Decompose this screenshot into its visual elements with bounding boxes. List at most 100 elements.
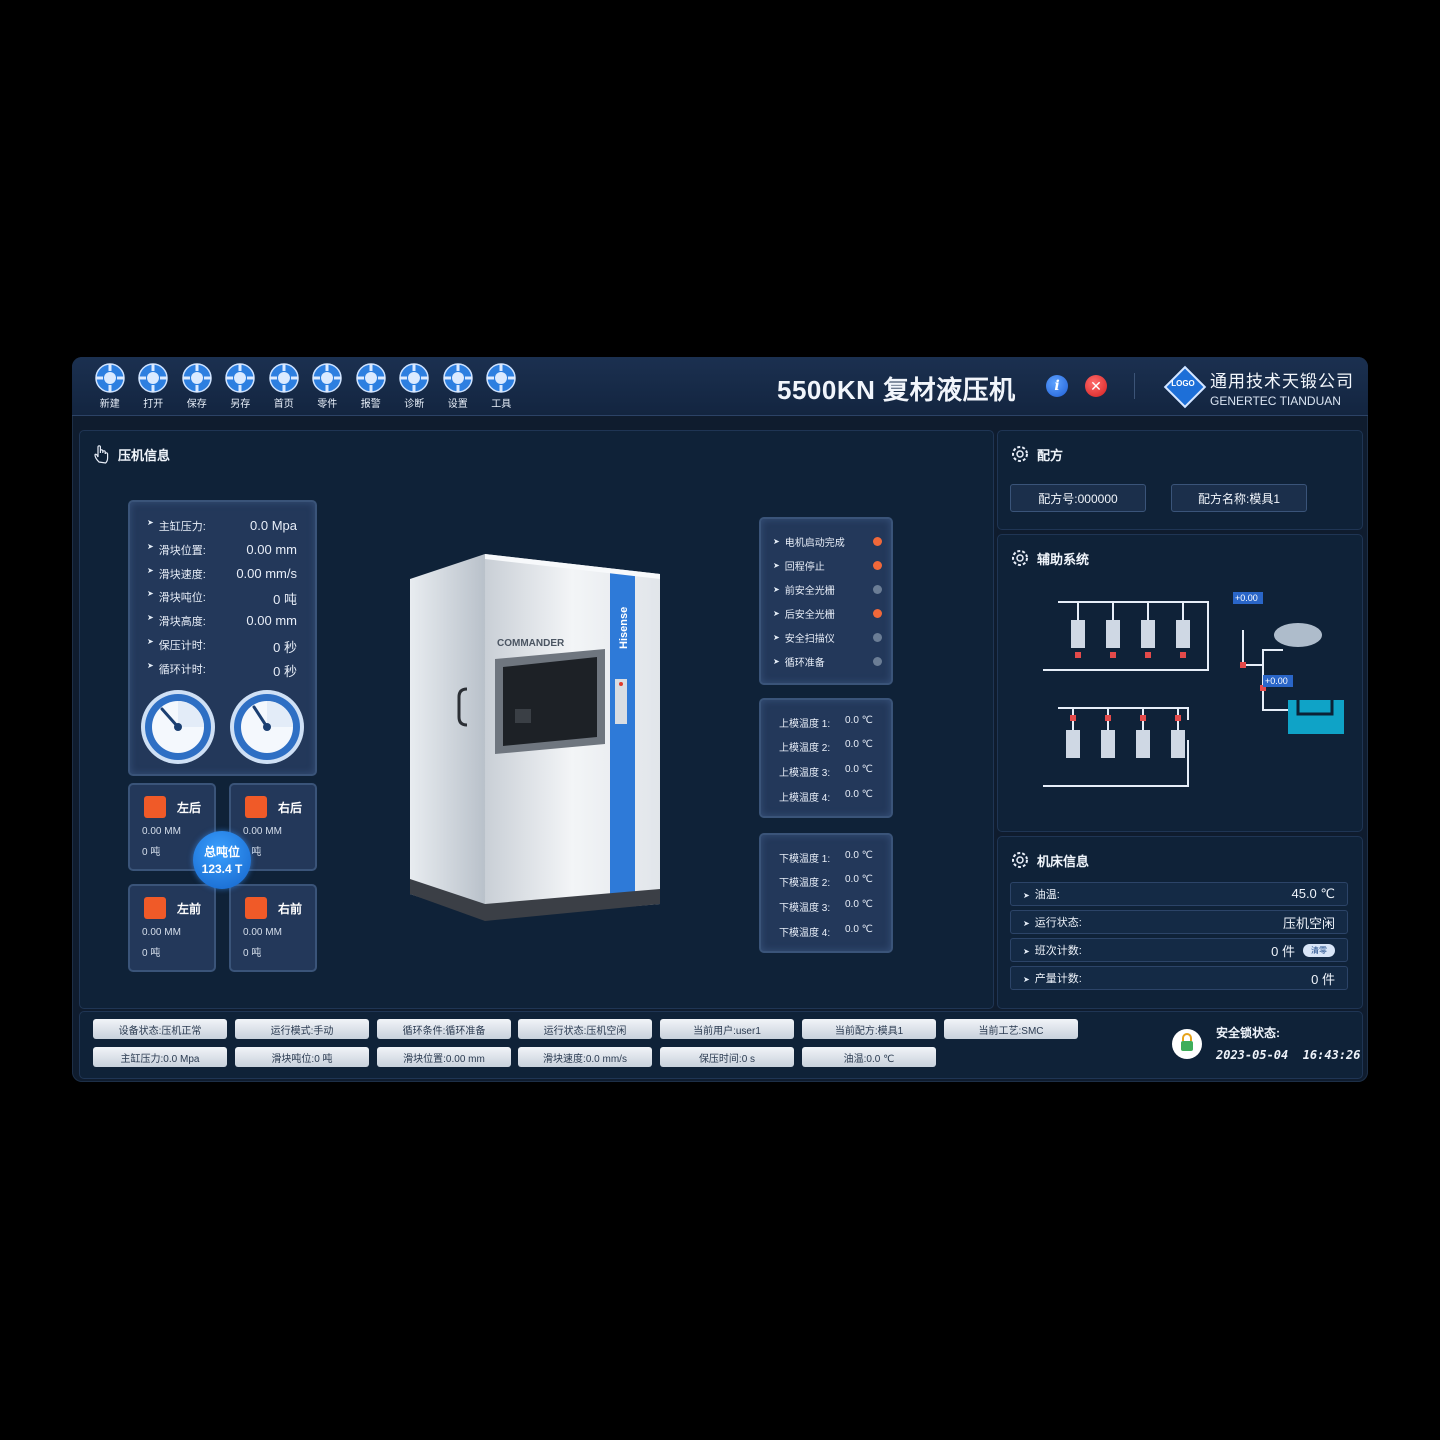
temp-row: 下模温度 1: 0.0 ℃ bbox=[779, 850, 873, 865]
arrow-icon: ➤ bbox=[773, 633, 780, 642]
arrow-icon: ➤ bbox=[773, 657, 780, 666]
recipe-number-button[interactable]: 配方号:000000 bbox=[1010, 484, 1146, 512]
temp-row: 下模温度 3: 0.0 ℃ bbox=[779, 899, 873, 914]
reading-value: 0 秒 bbox=[273, 664, 297, 679]
reading-label: 保压计时: bbox=[158, 640, 206, 652]
temp-value: 0.0 ℃ bbox=[845, 874, 873, 885]
info-icon: i bbox=[1054, 378, 1060, 394]
reading-label: 滑块吨位: bbox=[158, 592, 206, 604]
toolbar-open-button[interactable]: 打开 bbox=[132, 362, 176, 410]
arrow-icon: ➤ bbox=[1023, 947, 1030, 956]
arrow-icon: ➤ bbox=[773, 561, 780, 570]
gear-icon bbox=[144, 796, 166, 818]
logo-text: LOGO bbox=[1171, 379, 1195, 388]
toolbar-settings-button[interactable]: 设置 bbox=[436, 362, 480, 410]
corner-position: 0.00 MM bbox=[243, 927, 282, 938]
status-chip: 设备状态:压机正常 bbox=[93, 1019, 227, 1039]
temp-value: 0.0 ℃ bbox=[845, 715, 873, 726]
press-info-title: 压机信息 bbox=[93, 444, 170, 464]
gear-icon bbox=[245, 897, 267, 919]
status-label: 后安全光栅 bbox=[784, 610, 835, 621]
status-chip: 滑块位置:0.00 mm bbox=[377, 1047, 511, 1067]
total-tonnage-badge: 总吨位 123.4 T bbox=[193, 831, 251, 889]
corner-name: 右后 bbox=[278, 801, 303, 815]
close-button[interactable]: ✕ bbox=[1085, 375, 1107, 397]
arrow-icon: ➤ bbox=[147, 637, 154, 646]
ring-icon bbox=[443, 363, 473, 393]
corner-tonnage: 0 吨 bbox=[142, 948, 161, 959]
recipe-panel: 配方 配方号:000000 配方名称:模具1 bbox=[997, 430, 1363, 530]
reading-label: 滑块位置: bbox=[158, 545, 206, 557]
hand-pointer-icon bbox=[94, 445, 109, 464]
aux-system-title-text: 辅助系统 bbox=[1037, 551, 1090, 567]
upper-mold-temp-box: 上模温度 1: 0.0 ℃ 上模温度 2: 0.0 ℃ 上模温度 3: 0.0 ℃ 上… bbox=[759, 698, 893, 818]
reading-value: 0 吨 bbox=[273, 592, 297, 607]
temp-value: 0.0 ℃ bbox=[845, 899, 873, 910]
status-chip: 当前工艺:SMC bbox=[944, 1019, 1078, 1039]
ring-icon bbox=[225, 363, 255, 393]
corner-right-front: 右前 0.00 MM 0 吨 bbox=[229, 884, 317, 972]
reading-value: 0.00 mm/s bbox=[236, 566, 297, 581]
status-dot bbox=[873, 609, 882, 618]
key-icon bbox=[1181, 1033, 1193, 1051]
shift-count-row: ➤ 班次计数: 0 件 清零 bbox=[1010, 938, 1348, 962]
status-label: 安全扫描仪 bbox=[784, 634, 835, 645]
aux-system-panel: 辅助系统 +0.00 +0.00 bbox=[997, 534, 1363, 832]
status-row: ➤ 安全扫描仪 bbox=[773, 630, 882, 645]
temp-label: 上模温度 4: bbox=[779, 793, 831, 804]
status-chip: 滑块吨位:0 吨 bbox=[235, 1047, 369, 1067]
current-datetime: 2023-05-04 16:43:26 bbox=[1216, 1048, 1361, 1062]
arrow-icon: ➤ bbox=[147, 518, 154, 527]
recipe-name-button[interactable]: 配方名称:模具1 bbox=[1171, 484, 1307, 512]
status-row: ➤ 前安全光栅 bbox=[773, 582, 882, 597]
arrow-icon: ➤ bbox=[773, 585, 780, 594]
temp-row: 上模温度 3: 0.0 ℃ bbox=[779, 764, 873, 779]
toolbar-label: 打开 bbox=[143, 399, 164, 410]
toolbar-diagnose-button[interactable]: 诊断 bbox=[393, 362, 437, 410]
temp-row: 下模温度 4: 0.0 ℃ bbox=[779, 924, 873, 939]
gear-icon bbox=[144, 897, 166, 919]
toolbar-home-button[interactable]: 首页 bbox=[262, 362, 306, 410]
total-tonnage-label: 总吨位 bbox=[203, 845, 240, 859]
toolbar-label: 新建 bbox=[99, 399, 120, 410]
clear-count-button[interactable]: 清零 bbox=[1303, 943, 1335, 957]
ring-icon bbox=[356, 363, 386, 393]
toolbar-tools-button[interactable]: 工具 bbox=[480, 362, 524, 410]
corner-position: 0.00 MM bbox=[142, 826, 181, 837]
temp-label: 下模温度 2: bbox=[779, 878, 831, 889]
gear-icon bbox=[1012, 852, 1028, 868]
lock-status-label: 安全锁状态: bbox=[1216, 1026, 1280, 1040]
reading-value: 0.0 Mpa bbox=[250, 518, 297, 533]
toolbar-alarm-button[interactable]: 报警 bbox=[349, 362, 393, 410]
toolbar-save-as-button[interactable]: 另存 bbox=[219, 362, 263, 410]
arrow-icon: ➤ bbox=[147, 613, 154, 622]
arrow-icon: ➤ bbox=[147, 566, 154, 575]
status-label: 循环准备 bbox=[784, 658, 825, 669]
status-dot bbox=[873, 561, 882, 570]
status-dot bbox=[873, 537, 882, 546]
reading-value: 0 秒 bbox=[273, 640, 297, 655]
machine-brand-commander: COMMANDER bbox=[497, 638, 565, 649]
info-button[interactable]: i bbox=[1046, 375, 1068, 397]
status-chip: 运行状态:压机空闲 bbox=[518, 1019, 652, 1039]
toolbar-new-button[interactable]: 新建 bbox=[88, 362, 132, 410]
temp-label: 下模温度 1: bbox=[779, 854, 831, 865]
reading-row: ➤ 主缸压力: 0.0 Mpa bbox=[147, 518, 297, 534]
oil-temp-label: 油温: bbox=[1034, 889, 1060, 901]
reading-row: ➤ 滑块位置: 0.00 mm bbox=[147, 542, 297, 558]
status-label: 前安全光栅 bbox=[784, 586, 835, 597]
gear-icon bbox=[1012, 446, 1028, 462]
corner-tonnage: 0 吨 bbox=[243, 948, 262, 959]
arrow-icon: ➤ bbox=[147, 661, 154, 670]
lock-status-icon bbox=[1172, 1029, 1202, 1059]
gear-icon bbox=[245, 796, 267, 818]
toolbar-label: 另存 bbox=[230, 399, 251, 410]
temp-row: 上模温度 4: 0.0 ℃ bbox=[779, 789, 873, 804]
toolbar-save-button[interactable]: 保存 bbox=[175, 362, 219, 410]
status-dot bbox=[873, 657, 882, 666]
machine-info-panel: 机床信息 ➤ 油温: 45.0 ℃ ➤ 运行状态: 压机空闲 ➤ 班次计数: 0 件 … bbox=[997, 836, 1363, 1009]
status-chip: 运行模式:手动 bbox=[235, 1019, 369, 1039]
arrow-icon: ➤ bbox=[1023, 919, 1030, 928]
toolbar-parts-button[interactable]: 零件 bbox=[306, 362, 350, 410]
status-chip: 循环条件:循环准备 bbox=[377, 1019, 511, 1039]
